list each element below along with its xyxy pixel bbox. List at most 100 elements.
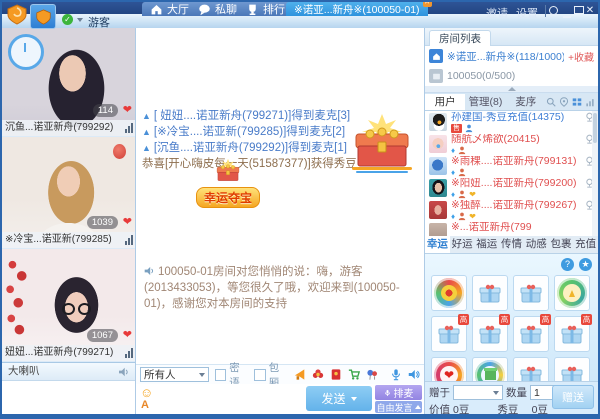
tab-admins[interactable]: 管理(8): [465, 94, 505, 110]
speaker-icon[interactable]: [118, 367, 130, 377]
tab-mic-queue[interactable]: 麦序: [506, 94, 546, 110]
chevron-up-icon: [508, 87, 516, 91]
send-target-select[interactable]: 所有人: [140, 367, 209, 382]
horn-icon[interactable]: [294, 368, 306, 381]
gift-tab-romance[interactable]: 传情: [499, 236, 524, 253]
heart-icon[interactable]: ❤: [123, 104, 132, 117]
search-icon[interactable]: [546, 97, 556, 107]
add-favorite-button[interactable]: +收藏: [568, 49, 594, 64]
favorite-star-button[interactable]: ★: [579, 258, 592, 271]
volume-bars-icon: [125, 123, 133, 133]
gift-tab-goodluck[interactable]: 好运: [450, 236, 475, 253]
room-row-current[interactable]: ※诺亚...新舟※(118/1000) +收藏: [425, 46, 598, 66]
gift-item-box-high[interactable]: 高: [554, 316, 590, 352]
gift-box-icon: [560, 323, 584, 345]
home-icon: [150, 3, 163, 16]
gift-item-box-high[interactable]: 高: [431, 316, 467, 352]
gift-tab-fortune[interactable]: 福运: [474, 236, 499, 253]
emoji-picker-icon[interactable]: ☺: [140, 385, 153, 400]
speaker-icon: [144, 266, 155, 276]
room-row-parent[interactable]: 100050(0/500): [425, 66, 598, 86]
user-row[interactable]: ※雨稞....诺亚新舟(799131) ♦: [425, 155, 598, 177]
status-caret-icon[interactable]: [77, 18, 83, 22]
gift-item-flower-medal[interactable]: [431, 275, 467, 311]
room-tab-close-icon[interactable]: ✕: [423, 0, 432, 7]
diamond-icon: ♦: [451, 190, 455, 199]
composer: ☺ A 发送 排麦 自由发言: [136, 384, 424, 414]
invite-button[interactable]: 邀请: [486, 5, 508, 21]
gift-box-icon: [519, 364, 543, 381]
balloon-icon[interactable]: [366, 368, 378, 381]
settings-button[interactable]: 设置: [516, 5, 538, 21]
lucky-banner-text: 幸运夺宝: [196, 187, 260, 208]
free-speak-button[interactable]: 自由发言: [375, 401, 422, 413]
list-view-icon[interactable]: [572, 97, 582, 107]
gift-item-box-high[interactable]: 高: [513, 316, 549, 352]
gift-box-icon: [437, 323, 461, 345]
tab-hall[interactable]: 大厅: [142, 2, 197, 16]
tab-room-active[interactable]: ※诺亚...新舟※(100050-01) ✕: [286, 2, 428, 16]
send-gift-button[interactable]: 赠送: [552, 385, 594, 409]
gift-item-ingot-medal[interactable]: [554, 275, 590, 311]
gift-item-box[interactable]: [513, 357, 549, 381]
room-home-icon: [429, 49, 443, 63]
close-button[interactable]: ✕: [584, 6, 596, 16]
user-row[interactable]: 随航乄烯欲(20415) ♦: [425, 133, 598, 155]
minimize-button[interactable]: [563, 10, 571, 18]
tab-ranking[interactable]: 排行: [238, 2, 293, 16]
give-to-select[interactable]: [453, 385, 503, 400]
send-options-caret-icon[interactable]: [351, 397, 357, 401]
value-label: 价值: [429, 402, 450, 417]
video-panel-3[interactable]: 1067 ❤ 妞妞...诺亚新舟(799271): [2, 249, 135, 361]
flower-icon[interactable]: [312, 368, 324, 381]
user-row[interactable]: ※...诺亚新舟(799: [425, 221, 598, 236]
gift-item-box[interactable]: [513, 275, 549, 311]
chat-bubble-icon: [198, 3, 211, 16]
video-panel-1[interactable]: 114 ❤ 沉鱼...诺亚新舟(799292): [2, 28, 135, 136]
gift-item-heart-medal[interactable]: ❤: [431, 357, 467, 381]
tab-users[interactable]: 用户(118): [425, 94, 465, 110]
room-tab-label: ※诺亚...新舟※(100050-01): [294, 2, 420, 17]
locate-pin-icon[interactable]: [559, 97, 569, 107]
scrollbar-thumb[interactable]: [593, 113, 597, 143]
signal-icon[interactable]: [585, 97, 595, 107]
collapse-bar[interactable]: [425, 86, 598, 93]
help-button[interactable]: ?: [561, 258, 574, 271]
mic-icon[interactable]: [390, 368, 402, 381]
gift-tab-lucky[interactable]: 幸运: [425, 236, 450, 253]
quantity-value: 1: [534, 387, 540, 399]
speaker-icon[interactable]: [408, 368, 420, 381]
send-button[interactable]: 发送: [306, 386, 372, 411]
user-list-scrollbar[interactable]: [592, 111, 598, 236]
room-list-tab[interactable]: 房间列表: [429, 30, 491, 46]
heart-icon[interactable]: ❤: [123, 216, 132, 229]
user-avatar[interactable]: [30, 4, 56, 29]
user-row[interactable]: 孙建国-秀豆充值(14375) 售: [425, 111, 598, 133]
online-status-icon[interactable]: ✓: [62, 14, 73, 25]
avatar: [429, 179, 447, 197]
message-input[interactable]: [154, 384, 302, 414]
gift-tab-dynamic[interactable]: 动感: [524, 236, 549, 253]
user-row[interactable]: ※独醉....诺亚新舟(799267) ♦ ❤: [425, 199, 598, 221]
gift-item-gift-medal[interactable]: [472, 357, 508, 381]
cart-icon[interactable]: [348, 368, 360, 381]
gift-item-box[interactable]: [554, 357, 590, 381]
value-amount: 0豆: [453, 402, 469, 417]
gift-tab-bag[interactable]: 包裹: [549, 236, 574, 253]
font-style-icon[interactable]: A: [141, 399, 149, 411]
gift-grid: 高 高 高 高 ❤: [431, 275, 590, 381]
titlebar-divider: [545, 5, 546, 17]
gift-tab-recharge[interactable]: 充值: [573, 236, 598, 253]
queue-mic-button[interactable]: 排麦: [375, 385, 422, 400]
maximize-button[interactable]: [574, 6, 584, 14]
heart-icon[interactable]: ❤: [123, 329, 132, 342]
skin-icon[interactable]: [549, 6, 558, 15]
checkbox-icon: [215, 369, 226, 381]
gift-item-box-high[interactable]: 高: [472, 316, 508, 352]
video-panel-2[interactable]: 1039 ❤ ※冷宝...诺亚新(799285): [2, 137, 135, 248]
user-row[interactable]: ※阳妞....诺亚新舟(799200) ♦ ❤: [425, 177, 598, 199]
red-packet-icon[interactable]: [330, 368, 342, 381]
gift-item-box[interactable]: [472, 275, 508, 311]
tab-private-chat[interactable]: 私聊: [190, 2, 245, 16]
high-flag: 高: [499, 314, 510, 325]
